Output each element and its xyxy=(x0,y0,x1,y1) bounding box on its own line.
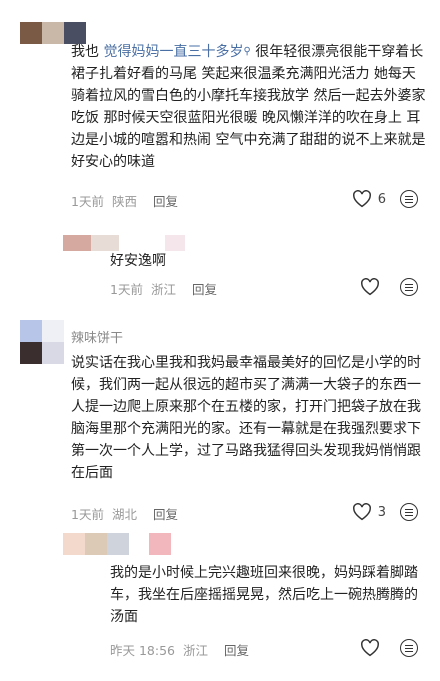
avatar[interactable] xyxy=(20,320,64,364)
reply-button[interactable]: 回复 xyxy=(153,504,178,523)
avatar-block xyxy=(42,22,64,44)
comment-location: 浙江 xyxy=(183,643,209,658)
comment-meta: 1天前 陕西 回复 xyxy=(71,191,178,210)
comment-location: 陕西 xyxy=(111,194,137,209)
avatar-block xyxy=(42,342,64,364)
avatar-block xyxy=(20,22,42,44)
commenter-name[interactable]: 辣味饼干 xyxy=(71,327,123,346)
comment-meta: 1天前 湖北 回复 xyxy=(71,504,178,523)
heart-outline-icon xyxy=(361,639,379,657)
like-button[interactable]: 3 xyxy=(352,503,386,521)
comment-location: 湖北 xyxy=(111,507,137,522)
avatar-block xyxy=(63,533,85,555)
avatar-block xyxy=(20,320,42,342)
heart-outline-icon xyxy=(361,278,379,296)
avatar-block xyxy=(20,342,42,364)
reply-button[interactable]: 回复 xyxy=(153,191,178,210)
search-icon: ⚲ xyxy=(243,46,251,57)
comment-time: 1天前 xyxy=(110,282,143,297)
comment-text-rest: 很年轻很漂亮很能干穿着长裙子扎着好看的马尾 笑起来很温柔充满阳光活力 她每天骑着… xyxy=(71,44,426,170)
comment-location: 浙江 xyxy=(150,282,176,297)
avatar-block xyxy=(63,235,91,251)
avatar-block xyxy=(91,235,119,251)
comment-menu-icon[interactable] xyxy=(400,190,418,208)
comment-menu-icon[interactable] xyxy=(400,639,418,657)
comment-text: 我也 觉得妈妈一直三十多岁⚲ 很年轻很漂亮很能干穿着长裙子扎着好看的马尾 笑起来… xyxy=(71,41,427,173)
comment-item: 辣味饼干 说实话在我心里我和我妈最幸福最美好的回忆是小学的时候，我们两一起从很远… xyxy=(0,310,440,525)
avatar-block xyxy=(42,320,64,342)
like-count: 6 xyxy=(377,191,386,207)
comment-time: 1天前 xyxy=(71,194,104,209)
comment-meta: 昨天 18:56 浙江 回复 xyxy=(110,640,249,659)
like-button[interactable] xyxy=(360,278,386,296)
comment-time: 1天前 xyxy=(71,507,104,522)
heart-outline-icon xyxy=(352,503,371,521)
avatar-block xyxy=(129,533,149,555)
avatar-block xyxy=(149,533,171,555)
reply-button[interactable]: 回复 xyxy=(224,640,249,659)
comment-item: 我也 觉得妈妈一直三十多岁⚲ 很年轻很漂亮很能干穿着长裙子扎着好看的马尾 笑起来… xyxy=(0,0,440,215)
comment-text: 说实话在我心里我和我妈最幸福最美好的回忆是小学的时候，我们两一起从很远的超市买了… xyxy=(71,355,421,481)
avatar-block xyxy=(165,235,185,251)
like-button[interactable]: 6 xyxy=(352,190,386,208)
comment-menu-icon[interactable] xyxy=(400,278,418,296)
comment-time: 昨天 18:56 xyxy=(110,643,175,658)
comment-actions xyxy=(360,639,418,657)
comment-text: 好安逸啊 xyxy=(110,253,166,269)
comment-menu-icon[interactable] xyxy=(400,503,418,521)
like-button[interactable] xyxy=(360,639,386,657)
comment-actions xyxy=(360,278,418,296)
heart-outline-icon xyxy=(352,190,371,208)
comment-meta: 1天前 浙江 回复 xyxy=(110,279,217,298)
comment-text: 我的是小时候上完兴趣班回来很晚，妈妈踩着脚踏车，我坐在后座摇摇晃晃，然后吃上一碗… xyxy=(110,565,418,625)
avatar[interactable] xyxy=(63,533,171,555)
like-count: 3 xyxy=(377,504,386,520)
comment-item: 我的是小时候上完兴趣班回来很晚，妈妈踩着脚踏车，我坐在后座摇摇晃晃，然后吃上一碗… xyxy=(0,525,440,681)
topic-link[interactable]: 觉得妈妈一直三十多岁 xyxy=(103,44,243,60)
avatar[interactable] xyxy=(63,235,185,251)
reply-button[interactable]: 回复 xyxy=(192,279,217,298)
avatar-block xyxy=(119,235,165,251)
comment-actions: 3 xyxy=(352,503,418,521)
comment-actions: 6 xyxy=(352,190,418,208)
comment-item: 好安逸啊 1天前 浙江 回复 xyxy=(0,215,440,310)
avatar-block xyxy=(107,533,129,555)
comment-text-prefix: 我也 xyxy=(71,44,104,60)
avatar-block xyxy=(85,533,107,555)
